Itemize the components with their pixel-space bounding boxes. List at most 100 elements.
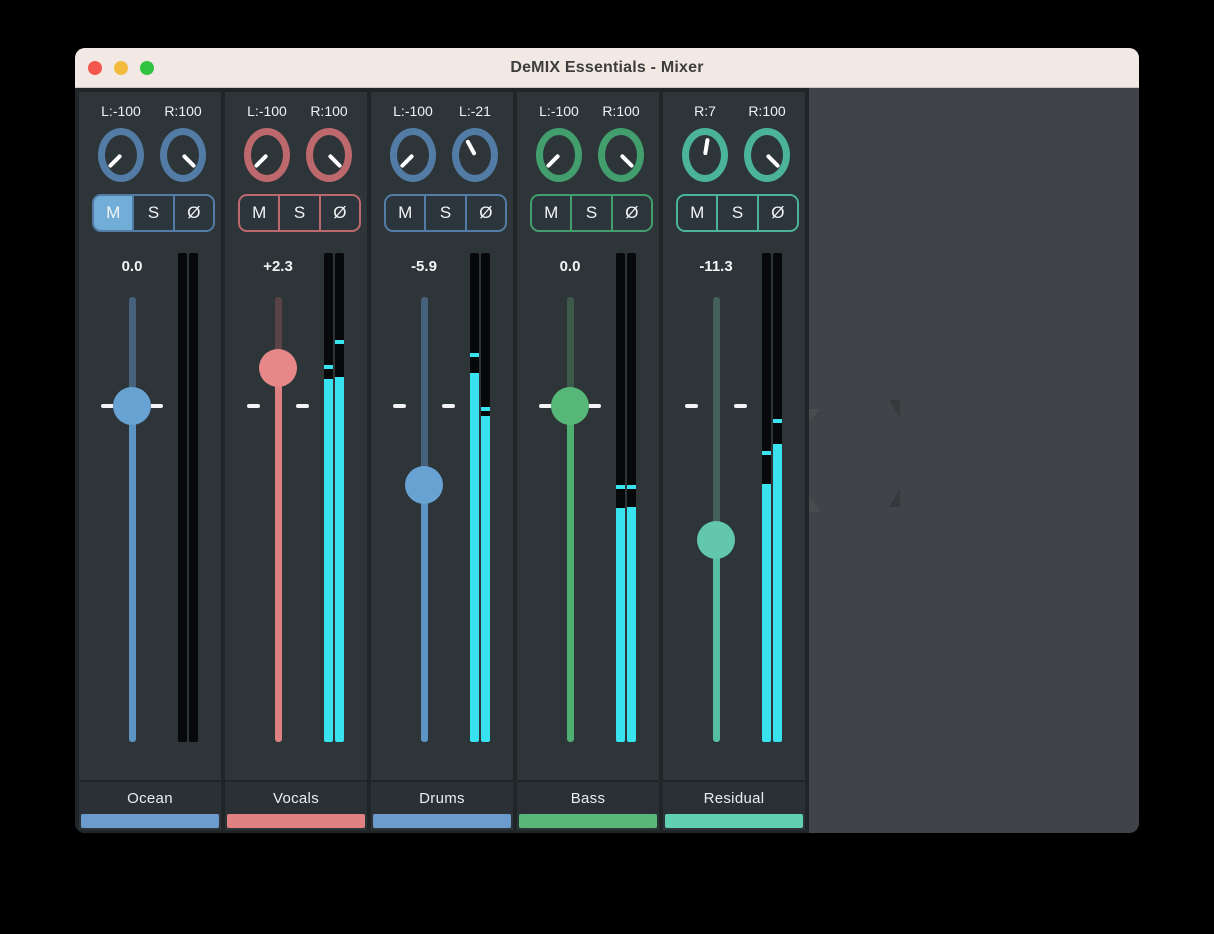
channel-name: Vocals [225, 780, 367, 814]
meter-peak [335, 340, 344, 344]
mixer-content: L:-100 R:100 M S Ø 0.0 [75, 88, 1139, 833]
fader-handle[interactable] [697, 521, 735, 559]
fader-zero-tick-right [442, 404, 455, 408]
channel-color-bar [519, 814, 657, 828]
pan-right-knob[interactable] [160, 128, 206, 182]
phase-invert-button[interactable]: Ø [759, 196, 797, 230]
gain-value: 0.0 [530, 258, 610, 275]
knob-pointer-icon [400, 154, 414, 168]
pan-left-knob[interactable] [536, 128, 582, 182]
fader-handle[interactable] [259, 349, 297, 387]
fader-track-upper [421, 297, 428, 485]
phase-invert-button[interactable]: Ø [467, 196, 505, 230]
gain-value: -11.3 [676, 258, 756, 275]
knob-pointer-icon [703, 138, 709, 155]
meter-fill [335, 377, 344, 742]
pan-right-label: R:100 [589, 103, 653, 119]
meter-fill [470, 373, 479, 742]
channel-color-bar [373, 814, 511, 828]
fader-track[interactable] [567, 297, 574, 742]
pan-right-knob[interactable] [744, 128, 790, 182]
solo-button[interactable]: S [426, 196, 464, 230]
gain-value: +2.3 [238, 258, 318, 275]
phase-invert-button[interactable]: Ø [321, 196, 359, 230]
knob-pointer-rotor [158, 130, 209, 181]
mute-button[interactable]: M [386, 196, 424, 230]
mute-button[interactable]: M [678, 196, 716, 230]
pan-left-label: R:7 [673, 103, 737, 119]
pan-left-knob[interactable] [244, 128, 290, 182]
fader-track[interactable] [421, 297, 428, 742]
knob-pointer-icon [620, 154, 634, 168]
knob-pointer-rotor [242, 130, 293, 181]
solo-button[interactable]: S [572, 196, 610, 230]
channel-name: Bass [517, 780, 659, 814]
meter-peak [762, 451, 771, 455]
mute-button[interactable]: M [240, 196, 278, 230]
channel-color-bar [81, 814, 219, 828]
pan-right-label: R:100 [735, 103, 799, 119]
channel-button-group: M S Ø [238, 194, 361, 232]
channel-button-group: M S Ø [530, 194, 653, 232]
knob-pointer-rotor [686, 133, 724, 178]
solo-button[interactable]: S [718, 196, 756, 230]
fader-zero-tick-right [734, 404, 747, 408]
fader-zero-tick-left [685, 404, 698, 408]
pan-right-label: R:100 [151, 103, 215, 119]
pan-right-knob[interactable] [598, 128, 644, 182]
fader-zero-tick-right [296, 404, 309, 408]
meter-peak [470, 353, 479, 357]
pan-left-label: L:-100 [527, 103, 591, 119]
pan-left-knob[interactable] [390, 128, 436, 182]
meter-peak [481, 407, 490, 411]
background-watermark [889, 489, 900, 507]
channel-name: Residual [663, 780, 805, 814]
meter-fill [616, 508, 625, 742]
fader-track-fill [567, 406, 574, 742]
channel-strip: L:-100 R:100 M S Ø 0.0 [517, 92, 659, 830]
level-meter-left [616, 253, 625, 742]
pan-right-label: R:100 [297, 103, 361, 119]
fader-zero-tick-left [247, 404, 260, 408]
phase-invert-button[interactable]: Ø [175, 196, 213, 230]
knob-pointer-icon [766, 154, 780, 168]
knob-pointer-icon [182, 154, 196, 168]
fader-track-fill [275, 368, 282, 742]
title-bar[interactable]: DeMIX Essentials - Mixer [75, 48, 1139, 88]
channel-strip: R:7 R:100 M S Ø -11.3 [663, 92, 805, 830]
channel-strip: L:-100 R:100 M S Ø 0.0 [79, 92, 221, 830]
fader-zero-tick-left [393, 404, 406, 408]
fader-track-upper [713, 297, 720, 540]
pan-right-knob[interactable] [452, 128, 498, 182]
pan-left-label: L:-100 [381, 103, 445, 119]
pan-left-knob[interactable] [682, 128, 728, 182]
knob-pointer-rotor [304, 130, 355, 181]
phase-invert-button[interactable]: Ø [613, 196, 651, 230]
meter-peak [616, 485, 625, 489]
channel-button-group: M S Ø [384, 194, 507, 232]
fader-handle[interactable] [551, 387, 589, 425]
window-title: DeMIX Essentials - Mixer [75, 48, 1139, 87]
knob-pointer-rotor [596, 130, 647, 181]
knob-pointer-icon [254, 154, 268, 168]
mute-button[interactable]: M [94, 196, 132, 230]
fader-handle[interactable] [113, 387, 151, 425]
fader-track[interactable] [713, 297, 720, 742]
pan-right-label: L:-21 [443, 103, 507, 119]
pan-left-knob[interactable] [98, 128, 144, 182]
channel-color-bar [227, 814, 365, 828]
mute-button[interactable]: M [532, 196, 570, 230]
solo-button[interactable]: S [280, 196, 318, 230]
pan-right-knob[interactable] [306, 128, 352, 182]
knob-pointer-rotor [388, 130, 439, 181]
meter-fill [324, 379, 333, 742]
fader-handle[interactable] [405, 466, 443, 504]
meter-fill [481, 416, 490, 742]
knob-pointer-rotor [534, 130, 585, 181]
solo-button[interactable]: S [134, 196, 172, 230]
knob-pointer-icon [465, 139, 476, 156]
fader-track-fill [421, 485, 428, 742]
channel-strips: L:-100 R:100 M S Ø 0.0 [75, 88, 809, 833]
fader-track[interactable] [129, 297, 136, 742]
channel-name: Drums [371, 780, 513, 814]
